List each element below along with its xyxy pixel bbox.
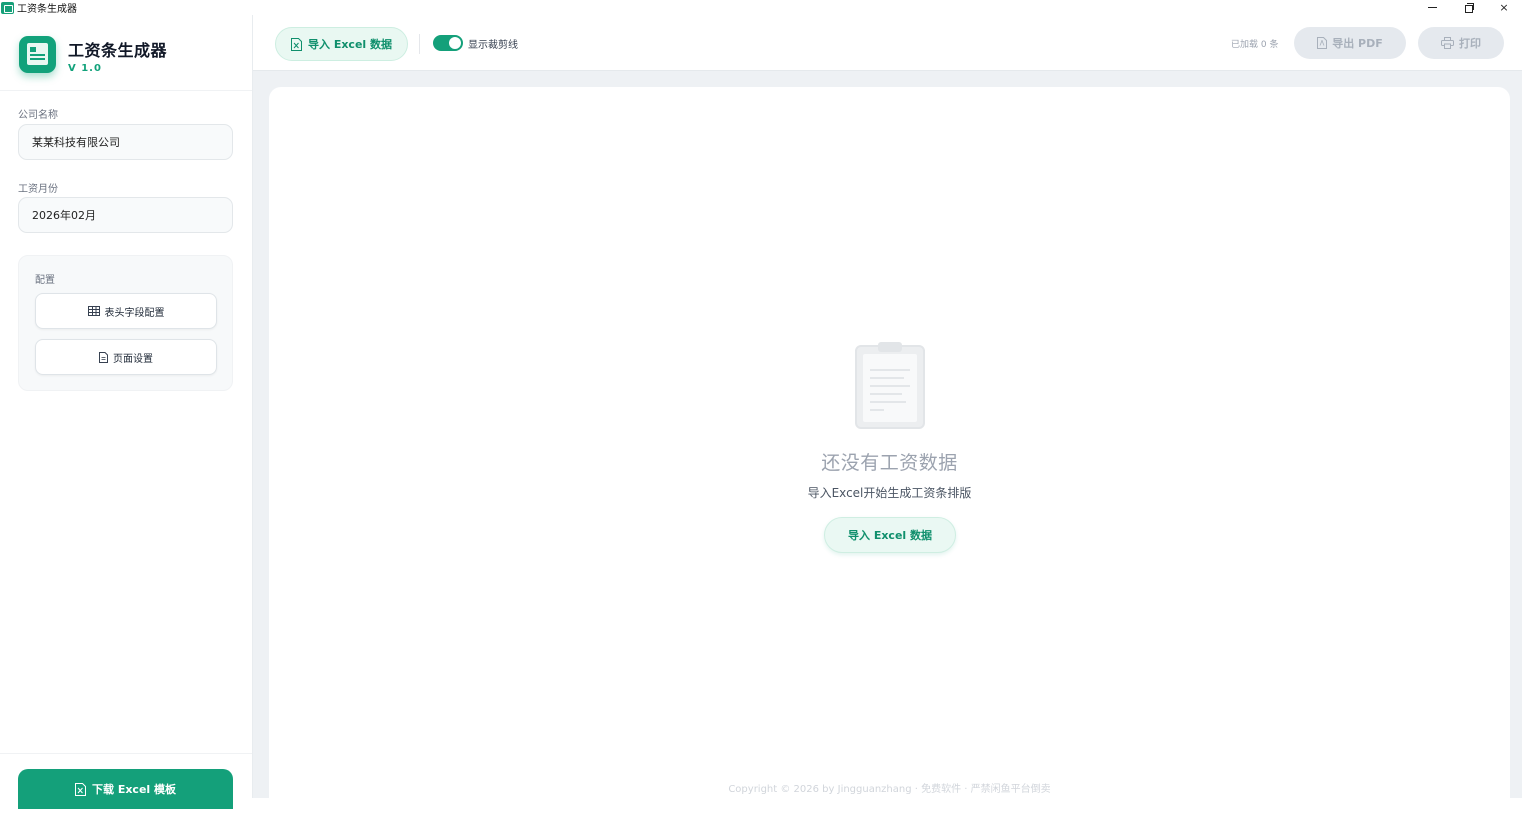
preview-card: 还没有工资数据 导入Excel开始生成工资条排版 导入 Excel 数据 Cop… (269, 87, 1510, 817)
close-button[interactable]: × (1486, 0, 1522, 15)
minimize-button[interactable] (1414, 0, 1450, 15)
pdf-icon (1317, 37, 1328, 49)
empty-import-excel-label: 导入 Excel 数据 (847, 529, 933, 542)
loaded-count: 已加载 0 条 (1231, 40, 1279, 50)
download-template-label: 下载 Excel 模板 (91, 783, 177, 796)
page-settings-button[interactable]: 页面设置 (35, 339, 217, 375)
empty-state-title: 还没有工资数据 (821, 452, 958, 474)
table-icon (87, 306, 100, 316)
company-name-input[interactable]: 某某科技有限公司 (18, 124, 233, 160)
cut-line-toggle[interactable] (433, 35, 463, 51)
window-title: 工资条生成器 (17, 4, 77, 15)
app-icon (1, 1, 14, 14)
copyright: Copyright © 2026 by Jingguanzhang · 免费软件… (728, 784, 1051, 795)
printer-icon (1441, 37, 1454, 49)
page-icon (99, 351, 108, 363)
empty-import-excel-button[interactable]: 导入 Excel 数据 (824, 517, 956, 553)
brand-logo-icon (19, 36, 56, 73)
download-template-button[interactable]: 下载 Excel 模板 (18, 769, 233, 809)
sidebar: 工资条生成器 V 1.0 公司名称 某某科技有限公司 工资月份 2026年02月… (0, 15, 253, 809)
toolbar-separator (419, 34, 420, 54)
page-settings-label: 页面设置 (113, 353, 153, 365)
print-label: 打印 (1459, 37, 1481, 50)
config-section: 配置 表头字段配置 页面设置 (18, 255, 233, 391)
config-title: 配置 (35, 275, 55, 286)
import-excel-button[interactable]: 导入 Excel 数据 (275, 27, 408, 61)
export-pdf-label: 导出 PDF (1332, 37, 1383, 50)
clipboard-icon (855, 342, 925, 429)
main-area: 还没有工资数据 导入Excel开始生成工资条排版 导入 Excel 数据 Cop… (253, 71, 1522, 817)
import-excel-label: 导入 Excel 数据 (307, 38, 393, 51)
salary-month-input[interactable]: 2026年02月 (18, 197, 233, 233)
header-config-button[interactable]: 表头字段配置 (35, 293, 217, 329)
window-controls: × (1414, 0, 1522, 15)
excel-file-icon (74, 782, 86, 796)
brand: 工资条生成器 V 1.0 (19, 36, 167, 74)
brand-version: V 1.0 (68, 63, 102, 74)
header-config-label: 表头字段配置 (104, 307, 165, 319)
top-toolbar: 导入 Excel 数据 显示裁剪线 已加载 0 条 导出 PDF 打印 (253, 15, 1522, 71)
excel-file-icon (290, 37, 302, 51)
sidebar-divider (0, 90, 252, 91)
brand-text: 工资条生成器 V 1.0 (68, 37, 167, 74)
month-label: 工资月份 (18, 184, 58, 195)
restore-button[interactable] (1450, 0, 1486, 15)
empty-state-subtitle: 导入Excel开始生成工资条排版 (807, 486, 972, 500)
cut-line-toggle-label: 显示裁剪线 (468, 40, 518, 51)
brand-name: 工资条生成器 (68, 41, 168, 60)
sidebar-bottom-divider (0, 753, 252, 754)
company-label: 公司名称 (18, 110, 58, 121)
export-pdf-button[interactable]: 导出 PDF (1294, 27, 1406, 59)
print-button[interactable]: 打印 (1418, 27, 1504, 59)
window-titlebar: 工资条生成器 × (0, 0, 1522, 15)
